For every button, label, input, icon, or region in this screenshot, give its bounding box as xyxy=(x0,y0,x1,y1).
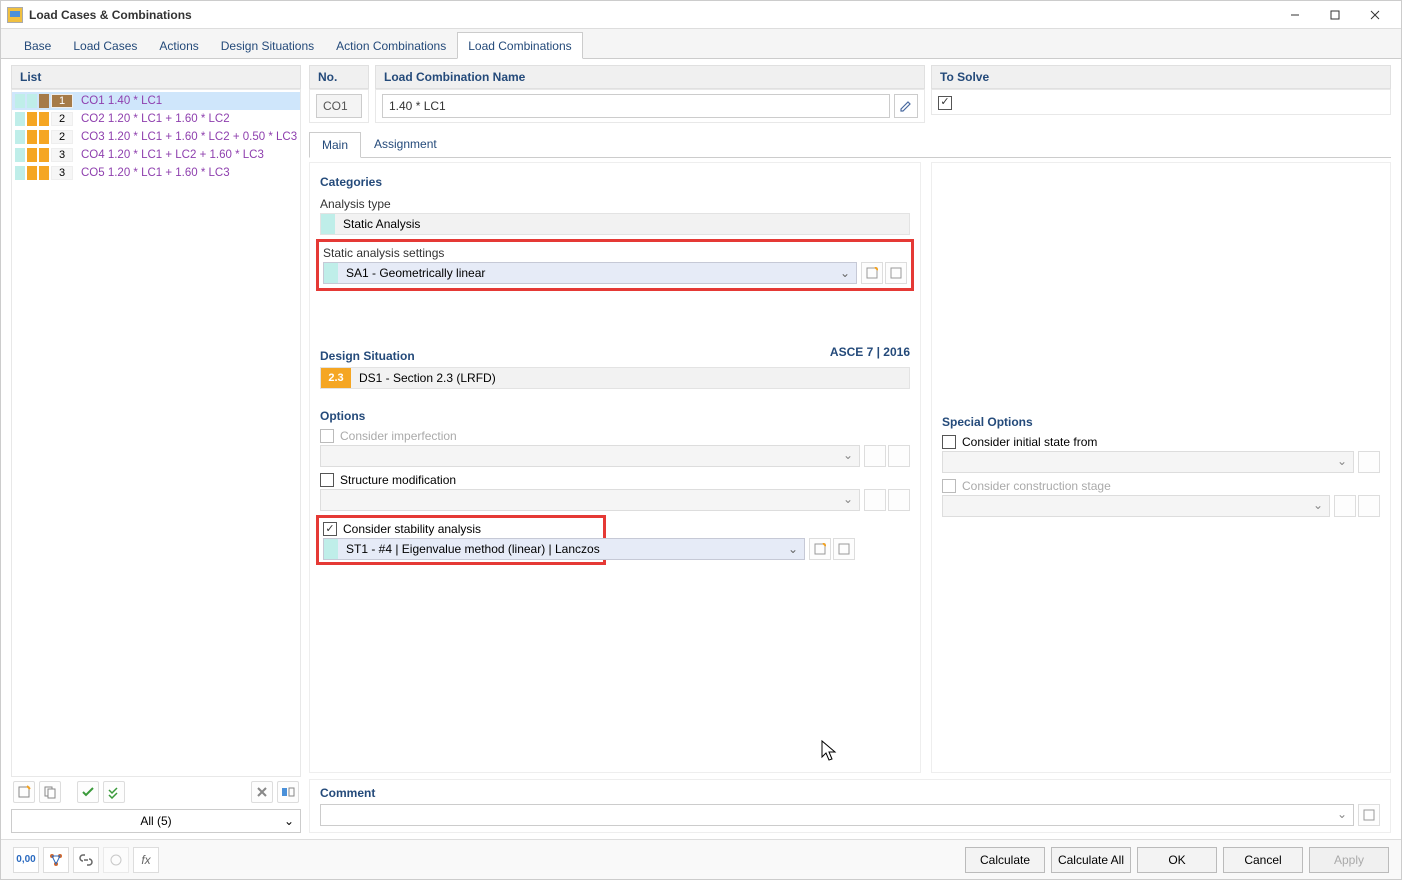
subtab-main[interactable]: Main xyxy=(309,132,361,158)
analysis-type-label: Analysis type xyxy=(320,197,910,211)
titlebar: Load Cases & Combinations xyxy=(1,1,1401,29)
units-icon[interactable]: 0,00 xyxy=(13,847,39,873)
structure-mod-dropdown xyxy=(320,489,860,511)
close-button[interactable] xyxy=(1355,1,1395,29)
edit-stability-icon[interactable] xyxy=(833,538,855,560)
list-filter-dropdown[interactable]: All (5) ⌄ xyxy=(11,809,301,833)
new-settings-icon[interactable] xyxy=(861,262,883,284)
comment-edit-icon[interactable] xyxy=(1358,804,1380,826)
maximize-button[interactable] xyxy=(1315,1,1355,29)
design-standard: ASCE 7 | 2016 xyxy=(830,345,910,367)
ok-button[interactable]: OK xyxy=(1137,847,1217,873)
edit-structure-mod-icon[interactable] xyxy=(888,489,910,511)
new-imperfection-icon[interactable] xyxy=(864,445,886,467)
list-item[interactable]: 2 CO3 1.20 * LC1 + 1.60 * LC2 + 0.50 * L… xyxy=(12,128,300,146)
construction-stage-checkbox xyxy=(942,479,956,493)
footer: 0,00 fx Calculate Calculate All OK Cance… xyxy=(1,839,1401,879)
solve-checkbox[interactable] xyxy=(938,96,952,110)
tab-design-situations[interactable]: Design Situations xyxy=(210,32,325,58)
static-settings-dropdown[interactable]: SA1 - Geometrically linear xyxy=(323,262,857,284)
design-situation-field[interactable]: 2.3 DS1 - Section 2.3 (LRFD) xyxy=(320,367,910,389)
new-construction-stage-icon[interactable] xyxy=(1334,495,1356,517)
minimize-button[interactable] xyxy=(1275,1,1315,29)
stability-label: Consider stability analysis xyxy=(343,522,481,536)
delete-icon[interactable] xyxy=(251,781,273,803)
settings-icon[interactable] xyxy=(103,847,129,873)
copy-item-icon[interactable] xyxy=(39,781,61,803)
subtabs: Main Assignment xyxy=(309,131,1391,158)
list-toolbar xyxy=(11,777,301,807)
imperfection-label: Consider imperfection xyxy=(340,429,457,443)
uncheck-all-icon[interactable] xyxy=(103,781,125,803)
construction-stage-dropdown xyxy=(942,495,1330,517)
list-item[interactable]: 1 CO1 1.40 * LC1 xyxy=(12,92,300,110)
new-stability-icon[interactable] xyxy=(809,538,831,560)
edit-imperfection-icon[interactable] xyxy=(888,445,910,467)
list-filter-value: All (5) xyxy=(140,814,171,828)
cancel-button[interactable]: Cancel xyxy=(1223,847,1303,873)
no-header: No. xyxy=(309,65,369,89)
imperfection-checkbox xyxy=(320,429,334,443)
categories-title: Categories xyxy=(320,175,910,189)
comment-input[interactable] xyxy=(320,804,1354,826)
check-all-icon[interactable] xyxy=(77,781,99,803)
list-item[interactable]: 3 CO5 1.20 * LC1 + 1.60 * LC3 xyxy=(12,164,300,182)
special-options-title: Special Options xyxy=(942,415,1380,429)
design-situation-title: Design Situation xyxy=(320,349,415,363)
subtab-assignment[interactable]: Assignment xyxy=(361,131,450,157)
stability-dropdown[interactable]: ST1 - #4 | Eigenvalue method (linear) | … xyxy=(323,538,805,560)
stability-checkbox[interactable] xyxy=(323,522,337,536)
new-item-icon[interactable] xyxy=(13,781,35,803)
tab-actions[interactable]: Actions xyxy=(148,32,209,58)
analysis-type-field[interactable]: Static Analysis xyxy=(320,213,910,235)
nodes-icon[interactable] xyxy=(43,847,69,873)
tab-action-combinations[interactable]: Action Combinations xyxy=(325,32,457,58)
initial-state-dropdown xyxy=(942,451,1354,473)
app-icon xyxy=(7,7,23,23)
edit-initial-state-icon[interactable] xyxy=(1358,451,1380,473)
function-icon[interactable]: fx xyxy=(133,847,159,873)
edit-settings-icon[interactable] xyxy=(885,262,907,284)
apply-button[interactable]: Apply xyxy=(1309,847,1389,873)
static-settings-label: Static analysis settings xyxy=(323,246,907,260)
initial-state-checkbox[interactable] xyxy=(942,435,956,449)
new-structure-mod-icon[interactable] xyxy=(864,489,886,511)
solve-header: To Solve xyxy=(931,65,1391,89)
edit-name-icon[interactable] xyxy=(894,94,918,118)
construction-stage-label: Consider construction stage xyxy=(962,479,1111,493)
name-header: Load Combination Name xyxy=(375,65,925,89)
no-value: CO1 xyxy=(316,94,362,118)
list-body: 1 CO1 1.40 * LC1 2 CO2 1.20 * LC1 + 1.60… xyxy=(11,89,301,777)
calculate-all-button[interactable]: Calculate All xyxy=(1051,847,1131,873)
list-header: List xyxy=(11,65,301,89)
tab-base[interactable]: Base xyxy=(13,32,62,58)
imperfection-dropdown xyxy=(320,445,860,467)
calculate-button[interactable]: Calculate xyxy=(965,847,1045,873)
comment-title: Comment xyxy=(320,786,1380,800)
tab-load-cases[interactable]: Load Cases xyxy=(62,32,148,58)
window-title: Load Cases & Combinations xyxy=(29,8,1275,22)
name-input[interactable]: 1.40 * LC1 xyxy=(382,94,890,118)
view-mode-icon[interactable] xyxy=(277,781,299,803)
main-tabs: Base Load Cases Actions Design Situation… xyxy=(1,29,1401,59)
tab-load-combinations[interactable]: Load Combinations xyxy=(457,32,582,59)
structure-mod-checkbox[interactable] xyxy=(320,473,334,487)
options-title: Options xyxy=(320,409,910,423)
structure-mod-label: Structure modification xyxy=(340,473,456,487)
initial-state-label: Consider initial state from xyxy=(962,435,1097,449)
edit-construction-stage-icon[interactable] xyxy=(1358,495,1380,517)
link-icon[interactable] xyxy=(73,847,99,873)
list-item[interactable]: 3 CO4 1.20 * LC1 + LC2 + 1.60 * LC3 xyxy=(12,146,300,164)
list-item[interactable]: 2 CO2 1.20 * LC1 + 1.60 * LC2 xyxy=(12,110,300,128)
